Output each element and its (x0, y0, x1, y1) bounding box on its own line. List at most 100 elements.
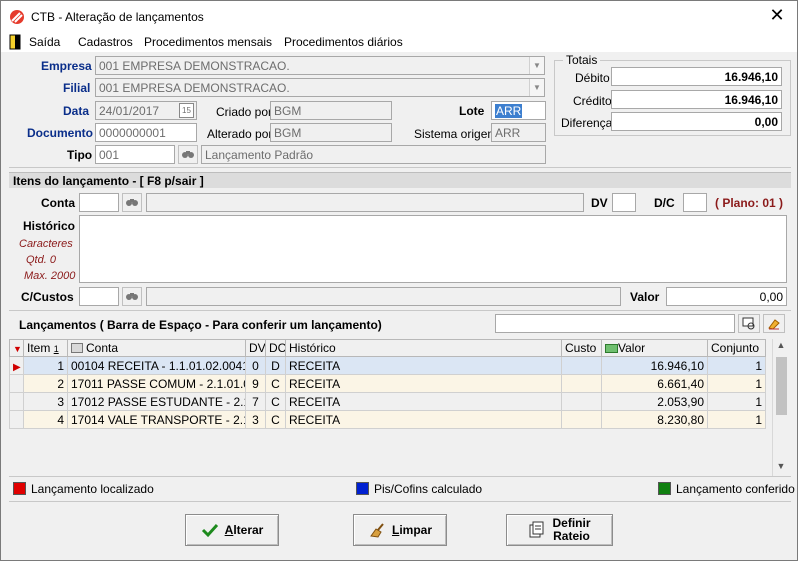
money-icon (605, 344, 618, 353)
cell-custo (561, 356, 602, 375)
table-scrollbar[interactable]: ▲ ▼ (772, 339, 789, 476)
separator (9, 501, 791, 502)
calendar-icon[interactable]: 15 (179, 103, 194, 118)
dv-input[interactable] (612, 193, 636, 212)
cell-dc: D (265, 356, 286, 375)
historico-textarea[interactable] (79, 215, 787, 283)
conta-label: Conta (41, 196, 75, 210)
table-row[interactable]: 2 17011 PASSE COMUM - 2.1.01.01.... 9 C … (9, 374, 766, 393)
data-field[interactable]: 24/01/2017 15 (95, 101, 197, 120)
table-row[interactable]: ▶ 1 00104 RECEITA - 1.1.01.02.0041 0 D R… (9, 356, 766, 375)
empresa-label: Empresa (41, 59, 92, 73)
legend-conferido-swatch (658, 482, 671, 495)
tipo-field[interactable]: 001 (95, 145, 175, 164)
credito-field: 16.946,10 (611, 90, 782, 109)
document-stack-icon (529, 521, 544, 538)
legend-localizado-label: Lançamento localizado (31, 482, 154, 496)
limpar-label: impar (399, 523, 433, 537)
table-row[interactable]: 3 17012 PASSE ESTUDANTE - 2.1.... 7 C RE… (9, 392, 766, 411)
cell-historico: RECEITA (285, 392, 562, 411)
alterar-button[interactable]: Alterar (185, 514, 279, 546)
lancamentos-table[interactable]: ▼ Item 1 Conta DV DC Histórico Custo Val… (9, 339, 766, 429)
lancamentos-title: Lançamentos ( Barra de Espaço - Para con… (19, 318, 382, 332)
menu-bar: Saída Cadastros Procedimentos mensais Pr… (1, 32, 797, 52)
row-indicator-header: ▼ (9, 339, 24, 357)
tipo-label: Tipo (67, 148, 93, 162)
cell-valor: 8.230,80 (601, 410, 708, 429)
totais-legend: Totais (563, 53, 601, 67)
legend-conferido-label: Lançamento conferido (676, 482, 795, 496)
cell-conta: 17011 PASSE COMUM - 2.1.01.01.... (67, 374, 246, 393)
ccustos-label: C/Custos (21, 290, 74, 304)
definir-rateio-button[interactable]: Definir Rateio (506, 514, 613, 546)
cell-historico: RECEITA (285, 356, 562, 375)
scroll-down-icon[interactable]: ▼ (775, 461, 787, 473)
cell-dv: 9 (245, 374, 266, 393)
search-list-icon[interactable] (738, 314, 760, 333)
valor-input[interactable]: 0,00 (666, 287, 787, 306)
cell-conta: 17014 VALE TRANSPORTE - 2.1.... (67, 410, 246, 429)
empresa-select[interactable]: 001 EMPRESA DEMONSTRACAO. ▼ (95, 56, 545, 75)
scroll-thumb[interactable] (776, 357, 787, 415)
col-conta[interactable]: Conta (67, 339, 246, 357)
cell-historico: RECEITA (285, 374, 562, 393)
binoculars-icon[interactable] (122, 193, 142, 212)
criado-value: BGM (274, 104, 302, 118)
ccustos-input[interactable] (79, 287, 119, 306)
cell-dv: 3 (245, 410, 266, 429)
col-custo[interactable]: Custo (561, 339, 602, 357)
col-item[interactable]: Item 1 (23, 339, 68, 357)
sistema-value: ARR (495, 126, 521, 140)
dc-input[interactable] (683, 193, 707, 212)
menu-procedimentos-mensais[interactable]: Procedimentos mensais (144, 35, 272, 49)
empresa-value: 001 EMPRESA DEMONSTRACAO. (99, 59, 290, 73)
cell-conjunto: 1 (707, 374, 766, 393)
documento-field[interactable]: 0000000001 (95, 123, 197, 142)
filial-select[interactable]: 001 EMPRESA DEMONSTRACAO. ▼ (95, 78, 545, 97)
cell-conjunto: 1 (707, 356, 766, 375)
rateio-label: Rateio (553, 529, 590, 543)
limpar-button[interactable]: Limpar (353, 514, 447, 546)
alterar-label: lterar (233, 523, 264, 537)
cell-valor: 6.661,40 (601, 374, 708, 393)
alterar-mnemonic: A (224, 523, 234, 537)
window-title: CTB - Alteração de lançamentos (31, 10, 204, 24)
dv-label: DV (591, 196, 608, 210)
col-historico[interactable]: Histórico (285, 339, 562, 357)
diferenca-label: Diferença (561, 116, 613, 130)
plano-label: ( Plano: 01 ) (715, 196, 784, 210)
col-dc[interactable]: DC (265, 339, 286, 357)
cell-valor: 2.053,90 (601, 392, 708, 411)
broom-icon (370, 523, 384, 538)
cell-custo (561, 374, 602, 393)
tipo-desc-field: Lançamento Padrão (201, 145, 546, 164)
eraser-icon[interactable] (763, 314, 785, 333)
menu-procedimentos-diarios[interactable]: Procedimentos diários (284, 35, 403, 49)
cell-dc: C (265, 374, 286, 393)
debito-value: 16.946,10 (724, 70, 778, 84)
definir-rateio-label-group: Definir Rateio (552, 517, 590, 543)
criado-field: BGM (270, 101, 392, 120)
lote-field[interactable]: ARR (491, 101, 546, 120)
col-dv[interactable]: DV (245, 339, 266, 357)
scroll-up-icon[interactable]: ▲ (775, 340, 787, 352)
alterado-field: BGM (270, 123, 392, 142)
lancamentos-search-input[interactable] (495, 314, 735, 333)
valor-label: Valor (630, 290, 660, 304)
menu-cadastros[interactable]: Cadastros (78, 35, 133, 49)
chevron-down-icon[interactable]: ▼ (529, 79, 544, 96)
table-row[interactable]: 4 17014 VALE TRANSPORTE - 2.1.... 3 C RE… (9, 410, 766, 429)
max-label: Max. 2000 (24, 270, 76, 282)
col-conjunto[interactable]: Conjunto (707, 339, 766, 357)
close-icon[interactable]: ✕ (767, 6, 787, 24)
cell-dc: C (265, 410, 286, 429)
col-item-label: Item (27, 341, 51, 355)
col-valor[interactable]: Valor (601, 339, 708, 357)
col-conta-label: Conta (86, 341, 119, 355)
historico-label: Histórico (23, 219, 76, 233)
chevron-down-icon[interactable]: ▼ (529, 57, 544, 74)
binoculars-icon[interactable] (178, 145, 198, 164)
conta-input[interactable] (79, 193, 119, 212)
binoculars-icon[interactable] (122, 287, 142, 306)
menu-saida[interactable]: Saída (29, 35, 60, 49)
